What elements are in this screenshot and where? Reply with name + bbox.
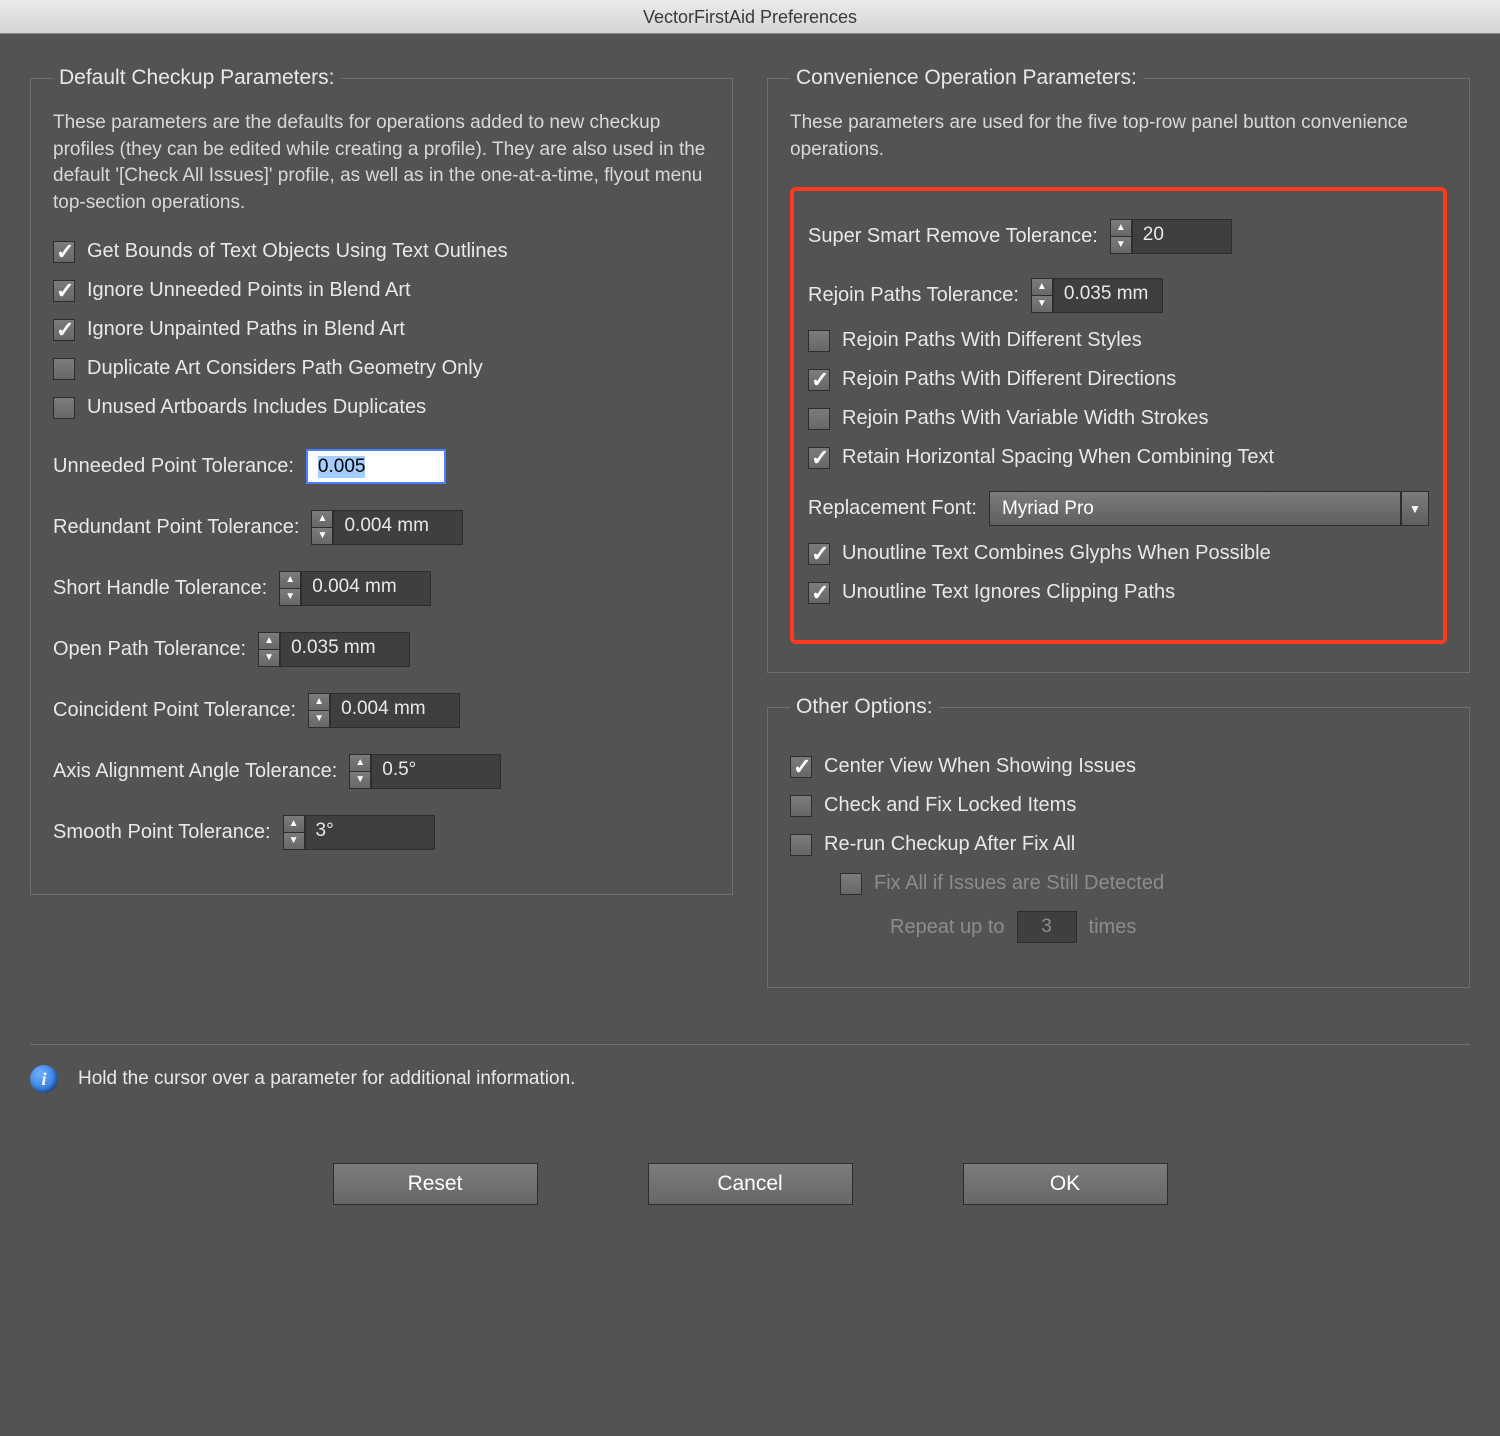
checkbox-unoutline-glyphs[interactable] bbox=[808, 543, 830, 565]
label-retain-spacing: Retain Horizontal Spacing When Combining… bbox=[842, 446, 1274, 469]
step-up-icon[interactable]: ▲ bbox=[1031, 278, 1053, 295]
checkbox-dup-geom[interactable] bbox=[53, 358, 75, 380]
checkbox-retain-spacing[interactable] bbox=[808, 447, 830, 469]
label-rejoin-vw: Rejoin Paths With Variable Width Strokes bbox=[842, 407, 1208, 430]
convenience-group: Convenience Operation Parameters: These … bbox=[767, 66, 1470, 673]
label-rejoin-tol: Rejoin Paths Tolerance: bbox=[808, 284, 1019, 307]
cancel-button[interactable]: Cancel bbox=[648, 1163, 853, 1205]
label-replacement-font: Replacement Font: bbox=[808, 497, 977, 520]
default-checkup-legend: Default Checkup Parameters: bbox=[53, 66, 340, 90]
input-smooth-tol[interactable]: 3° bbox=[305, 815, 435, 850]
checkbox-center-view[interactable] bbox=[790, 756, 812, 778]
info-row: i Hold the cursor over a parameter for a… bbox=[0, 1045, 1500, 1113]
other-options-legend: Other Options: bbox=[790, 695, 939, 719]
step-up-icon[interactable]: ▲ bbox=[283, 815, 305, 832]
checkbox-unused-ab[interactable] bbox=[53, 397, 75, 419]
checkbox-rejoin-styles[interactable] bbox=[808, 330, 830, 352]
reset-button[interactable]: Reset bbox=[333, 1163, 538, 1205]
label-unneeded-tol: Unneeded Point Tolerance: bbox=[53, 455, 294, 478]
default-checkup-group: Default Checkup Parameters: These parame… bbox=[30, 66, 733, 895]
step-down-icon[interactable]: ▼ bbox=[1110, 236, 1132, 254]
button-row: Reset Cancel OK bbox=[0, 1113, 1500, 1235]
label-unoutline-clip: Unoutline Text Ignores Clipping Paths bbox=[842, 581, 1175, 604]
step-up-icon[interactable]: ▲ bbox=[308, 693, 330, 710]
stepper-redundant[interactable]: ▲▼ 0.004 mm bbox=[311, 510, 463, 545]
window-title: VectorFirstAid Preferences bbox=[0, 0, 1500, 34]
step-up-icon[interactable]: ▲ bbox=[349, 754, 371, 771]
input-repeat-times bbox=[1017, 911, 1077, 943]
ok-button[interactable]: OK bbox=[963, 1163, 1168, 1205]
input-coincident-tol[interactable]: 0.004 mm bbox=[330, 693, 460, 728]
step-up-icon[interactable]: ▲ bbox=[311, 510, 333, 527]
label-ignore-points: Ignore Unneeded Points in Blend Art bbox=[87, 279, 411, 302]
chevron-down-icon[interactable]: ▼ bbox=[1401, 491, 1429, 526]
checkbox-bounds[interactable] bbox=[53, 241, 75, 263]
checkbox-rerun[interactable] bbox=[790, 834, 812, 856]
stepper-ssr[interactable]: ▲▼ 20 bbox=[1110, 219, 1232, 254]
input-rejoin-tol[interactable]: 0.035 mm bbox=[1053, 278, 1163, 313]
label-unoutline-glyphs: Unoutline Text Combines Glyphs When Poss… bbox=[842, 542, 1271, 565]
input-open-path-tol[interactable]: 0.035 mm bbox=[280, 632, 410, 667]
label-ssr-tol: Super Smart Remove Tolerance: bbox=[808, 225, 1098, 248]
label-ignore-unpainted: Ignore Unpainted Paths in Blend Art bbox=[87, 318, 405, 341]
stepper-open-path[interactable]: ▲▼ 0.035 mm bbox=[258, 632, 410, 667]
label-repeat-post: times bbox=[1089, 916, 1137, 939]
checkbox-ignore-unpainted[interactable] bbox=[53, 319, 75, 341]
step-up-icon[interactable]: ▲ bbox=[1110, 219, 1132, 236]
label-unused-ab: Unused Artboards Includes Duplicates bbox=[87, 396, 426, 419]
checkbox-unoutline-clip[interactable] bbox=[808, 582, 830, 604]
info-text: Hold the cursor over a parameter for add… bbox=[78, 1068, 575, 1090]
label-smooth-tol: Smooth Point Tolerance: bbox=[53, 821, 271, 844]
stepper-short-handle[interactable]: ▲▼ 0.004 mm bbox=[279, 571, 431, 606]
checkbox-ignore-points[interactable] bbox=[53, 280, 75, 302]
step-up-icon[interactable]: ▲ bbox=[279, 571, 301, 588]
label-dup-geom: Duplicate Art Considers Path Geometry On… bbox=[87, 357, 483, 380]
step-down-icon[interactable]: ▼ bbox=[311, 527, 333, 545]
checkbox-rejoin-vw[interactable] bbox=[808, 408, 830, 430]
checkbox-locked[interactable] bbox=[790, 795, 812, 817]
label-rerun: Re-run Checkup After Fix All bbox=[824, 833, 1075, 856]
label-rejoin-styles: Rejoin Paths With Different Styles bbox=[842, 329, 1142, 352]
step-down-icon[interactable]: ▼ bbox=[1031, 295, 1053, 313]
step-down-icon[interactable]: ▼ bbox=[279, 588, 301, 606]
input-redundant-tol[interactable]: 0.004 mm bbox=[333, 510, 463, 545]
stepper-coincident[interactable]: ▲▼ 0.004 mm bbox=[308, 693, 460, 728]
step-down-icon[interactable]: ▼ bbox=[349, 771, 371, 789]
checkbox-rejoin-dirs[interactable] bbox=[808, 369, 830, 391]
checkbox-fixall-detected bbox=[840, 873, 862, 895]
step-down-icon[interactable]: ▼ bbox=[258, 649, 280, 667]
step-up-icon[interactable]: ▲ bbox=[258, 632, 280, 649]
label-fixall-detected: Fix All if Issues are Still Detected bbox=[874, 872, 1164, 895]
label-repeat-pre: Repeat up to bbox=[890, 916, 1005, 939]
info-icon: i bbox=[30, 1065, 58, 1093]
label-redundant-tol: Redundant Point Tolerance: bbox=[53, 516, 299, 539]
default-checkup-desc: These parameters are the defaults for op… bbox=[53, 110, 710, 216]
highlight-box: Super Smart Remove Tolerance: ▲▼ 20 Rejo… bbox=[790, 187, 1447, 644]
stepper-rejoin-tol[interactable]: ▲▼ 0.035 mm bbox=[1031, 278, 1163, 313]
stepper-smooth[interactable]: ▲▼ 3° bbox=[283, 815, 435, 850]
convenience-legend: Convenience Operation Parameters: bbox=[790, 66, 1143, 90]
stepper-axis[interactable]: ▲▼ 0.5° bbox=[349, 754, 501, 789]
input-axis-tol[interactable]: 0.5° bbox=[371, 754, 501, 789]
other-options-group: Other Options: Center View When Showing … bbox=[767, 695, 1470, 988]
label-rejoin-dirs: Rejoin Paths With Different Directions bbox=[842, 368, 1176, 391]
dropdown-value: Myriad Pro bbox=[989, 491, 1401, 526]
label-bounds: Get Bounds of Text Objects Using Text Ou… bbox=[87, 240, 508, 263]
label-open-path-tol: Open Path Tolerance: bbox=[53, 638, 246, 661]
dropdown-replacement-font[interactable]: Myriad Pro ▼ bbox=[989, 491, 1429, 526]
input-short-handle-tol[interactable]: 0.004 mm bbox=[301, 571, 431, 606]
input-ssr-tol[interactable]: 20 bbox=[1132, 219, 1232, 254]
input-unneeded-tol[interactable] bbox=[306, 449, 446, 484]
step-down-icon[interactable]: ▼ bbox=[283, 832, 305, 850]
label-short-handle-tol: Short Handle Tolerance: bbox=[53, 577, 267, 600]
label-axis-tol: Axis Alignment Angle Tolerance: bbox=[53, 760, 337, 783]
label-locked: Check and Fix Locked Items bbox=[824, 794, 1076, 817]
convenience-desc: These parameters are used for the five t… bbox=[790, 110, 1447, 163]
label-center-view: Center View When Showing Issues bbox=[824, 755, 1136, 778]
label-coincident-tol: Coincident Point Tolerance: bbox=[53, 699, 296, 722]
step-down-icon[interactable]: ▼ bbox=[308, 710, 330, 728]
dialog-content: Default Checkup Parameters: These parame… bbox=[0, 34, 1500, 1030]
